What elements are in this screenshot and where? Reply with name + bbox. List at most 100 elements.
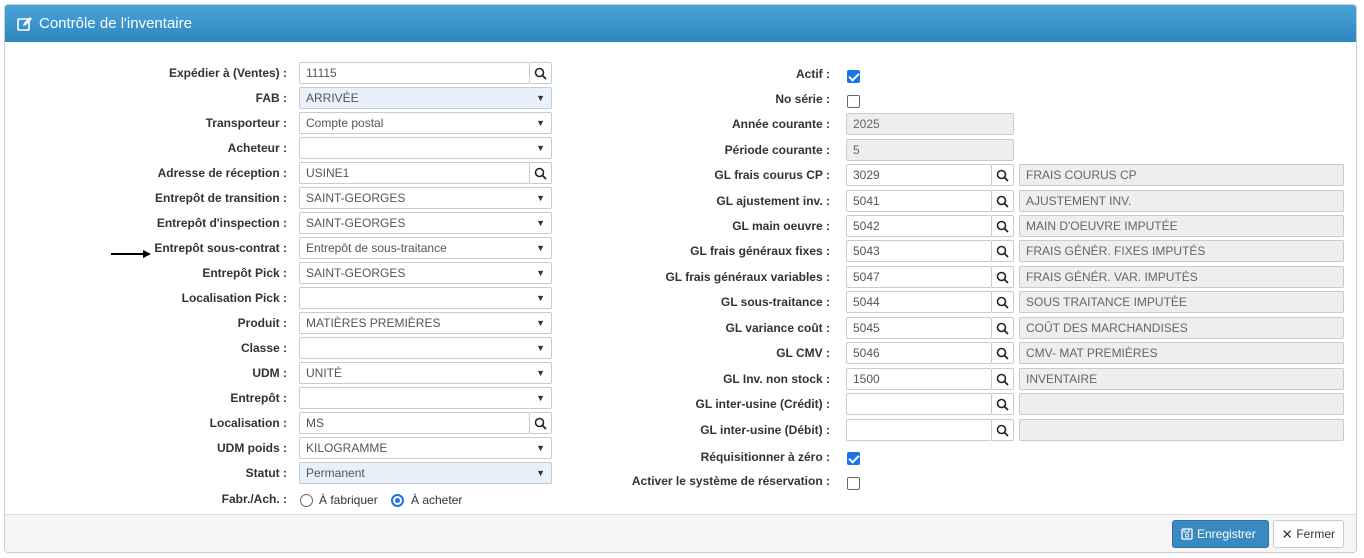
requisition-zero-checkbox[interactable] — [847, 452, 860, 465]
weight-uom-select[interactable]: KILOGRAMME ▼ — [299, 437, 552, 459]
subcontract-warehouse-value: Entrepôt de sous-traitance — [306, 241, 447, 255]
reservation-system-checkbox[interactable] — [847, 477, 860, 490]
gl-search-button[interactable] — [992, 368, 1014, 390]
close-button-label: Fermer — [1296, 527, 1335, 541]
caret-down-icon: ▼ — [536, 468, 545, 478]
gl-code-input[interactable]: 3029 — [846, 164, 992, 186]
gl-search-button[interactable] — [992, 215, 1014, 237]
caret-down-icon: ▼ — [536, 93, 545, 103]
carrier-value: Compte postal — [306, 116, 384, 130]
gl-label: GL inter-usine (Débit) : — [700, 423, 830, 437]
uom-select[interactable]: UNITÉ ▼ — [299, 362, 552, 384]
subcontract-warehouse-select[interactable]: Entrepôt de sous-traitance ▼ — [299, 237, 552, 259]
weight-uom-value: KILOGRAMME — [306, 441, 388, 455]
carrier-label: Transporteur : — [205, 116, 287, 130]
active-checkbox[interactable] — [847, 70, 860, 83]
gl-label: GL ajustement inv. : — [716, 194, 830, 208]
search-icon — [996, 373, 1009, 386]
receiving-address-input[interactable]: USINE1 — [299, 162, 530, 184]
current-period-label: Période courante : — [724, 143, 830, 157]
gl-description-field: FRAIS COURUS CP — [1019, 164, 1344, 186]
gl-code-input[interactable]: 1500 — [846, 368, 992, 390]
caret-down-icon: ▼ — [536, 343, 545, 353]
reservation-system-label: Activer le système de réservation : — [631, 474, 830, 488]
ship-to-input[interactable]: 11115 — [299, 62, 530, 84]
inventory-control-dialog: Contrôle de l'inventaire Expédier à (Ven… — [4, 4, 1357, 553]
search-icon — [996, 322, 1009, 335]
inspection-warehouse-label: Entrepôt d'inspection : — [156, 216, 287, 230]
gl-search-button[interactable] — [992, 317, 1014, 339]
gl-search-button[interactable] — [992, 266, 1014, 288]
serial-no-checkbox[interactable] — [847, 95, 860, 108]
product-select[interactable]: MATIÈRES PREMIÈRES ▼ — [299, 312, 552, 334]
uom-value: UNITÉ — [306, 366, 342, 380]
gl-search-button[interactable] — [992, 240, 1014, 262]
gl-label: GL variance coût : — [725, 321, 830, 335]
fab-select[interactable]: ARRIVÉE ▼ — [299, 87, 552, 109]
caret-down-icon: ▼ — [536, 318, 545, 328]
serial-no-label: No série : — [775, 92, 830, 106]
gl-label: GL frais généraux variables : — [665, 270, 830, 284]
make-radio-label: À fabriquer — [319, 493, 378, 507]
gl-search-button[interactable] — [992, 342, 1014, 364]
search-icon — [534, 167, 547, 180]
gl-description-field: INVENTAIRE — [1019, 368, 1344, 390]
receiving-address-label: Adresse de réception : — [157, 166, 287, 180]
weight-uom-label: UDM poids : — [217, 441, 287, 455]
gl-code-input[interactable]: 5043 — [846, 240, 992, 262]
status-select[interactable]: Permanent ▼ — [299, 462, 552, 484]
current-year-label: Année courante : — [731, 117, 830, 131]
gl-search-button[interactable] — [992, 419, 1014, 441]
transition-warehouse-value: SAINT-GEORGES — [306, 191, 406, 205]
gl-search-button[interactable] — [992, 164, 1014, 186]
buy-radio-label: À acheter — [411, 493, 463, 507]
search-icon — [996, 245, 1009, 258]
gl-label: GL inter-usine (Crédit) : — [695, 397, 830, 411]
pick-location-select[interactable]: ▼ — [299, 287, 552, 309]
save-button-label: Enregistrer — [1197, 527, 1256, 541]
gl-search-button[interactable] — [992, 190, 1014, 212]
receiving-address-search-button[interactable] — [530, 162, 552, 184]
caret-down-icon: ▼ — [536, 393, 545, 403]
gl-code-input[interactable]: 5041 — [846, 190, 992, 212]
warehouse-label: Entrepôt : — [230, 391, 287, 405]
warehouse-select[interactable]: ▼ — [299, 387, 552, 409]
gl-code-input[interactable]: 5042 — [846, 215, 992, 237]
caret-down-icon: ▼ — [536, 243, 545, 253]
caret-down-icon: ▼ — [536, 368, 545, 378]
close-button[interactable]: Fermer — [1273, 520, 1344, 548]
gl-code-input[interactable]: 5045 — [846, 317, 992, 339]
inspection-warehouse-value: SAINT-GEORGES — [306, 216, 406, 230]
gl-code-input[interactable] — [846, 419, 992, 441]
inspection-warehouse-select[interactable]: SAINT-GEORGES ▼ — [299, 212, 552, 234]
gl-search-button[interactable] — [992, 393, 1014, 415]
caret-down-icon: ▼ — [536, 218, 545, 228]
fab-value: ARRIVÉE — [306, 91, 359, 105]
search-icon — [996, 220, 1009, 233]
transition-warehouse-label: Entrepôt de transition : — [155, 191, 287, 205]
gl-code-input[interactable]: 5046 — [846, 342, 992, 364]
pick-warehouse-select[interactable]: SAINT-GEORGES ▼ — [299, 262, 552, 284]
location-search-button[interactable] — [530, 412, 552, 434]
gl-code-input[interactable]: 5044 — [846, 291, 992, 313]
transition-warehouse-select[interactable]: SAINT-GEORGES ▼ — [299, 187, 552, 209]
make-radio[interactable] — [300, 494, 313, 507]
edit-icon — [17, 16, 32, 31]
dialog-footer: Enregistrer Fermer — [5, 514, 1356, 552]
caret-down-icon: ▼ — [536, 268, 545, 278]
make-buy-label: Fabr./Ach. : — [221, 492, 287, 506]
buyer-select[interactable]: ▼ — [299, 137, 552, 159]
gl-search-button[interactable] — [992, 291, 1014, 313]
gl-code-input[interactable] — [846, 393, 992, 415]
gl-description-field: MAIN D'OEUVRE IMPUTÉE — [1019, 215, 1344, 237]
buyer-label: Acheteur : — [227, 141, 287, 155]
ship-to-search-button[interactable] — [530, 62, 552, 84]
gl-code-input[interactable]: 5047 — [846, 266, 992, 288]
carrier-select[interactable]: Compte postal ▼ — [299, 112, 552, 134]
class-select[interactable]: ▼ — [299, 337, 552, 359]
buy-radio[interactable] — [391, 494, 404, 507]
active-label: Actif : — [796, 67, 830, 81]
current-year-field: 2025 — [846, 113, 1014, 135]
save-button[interactable]: Enregistrer — [1172, 520, 1269, 548]
location-input[interactable]: MS — [299, 412, 530, 434]
